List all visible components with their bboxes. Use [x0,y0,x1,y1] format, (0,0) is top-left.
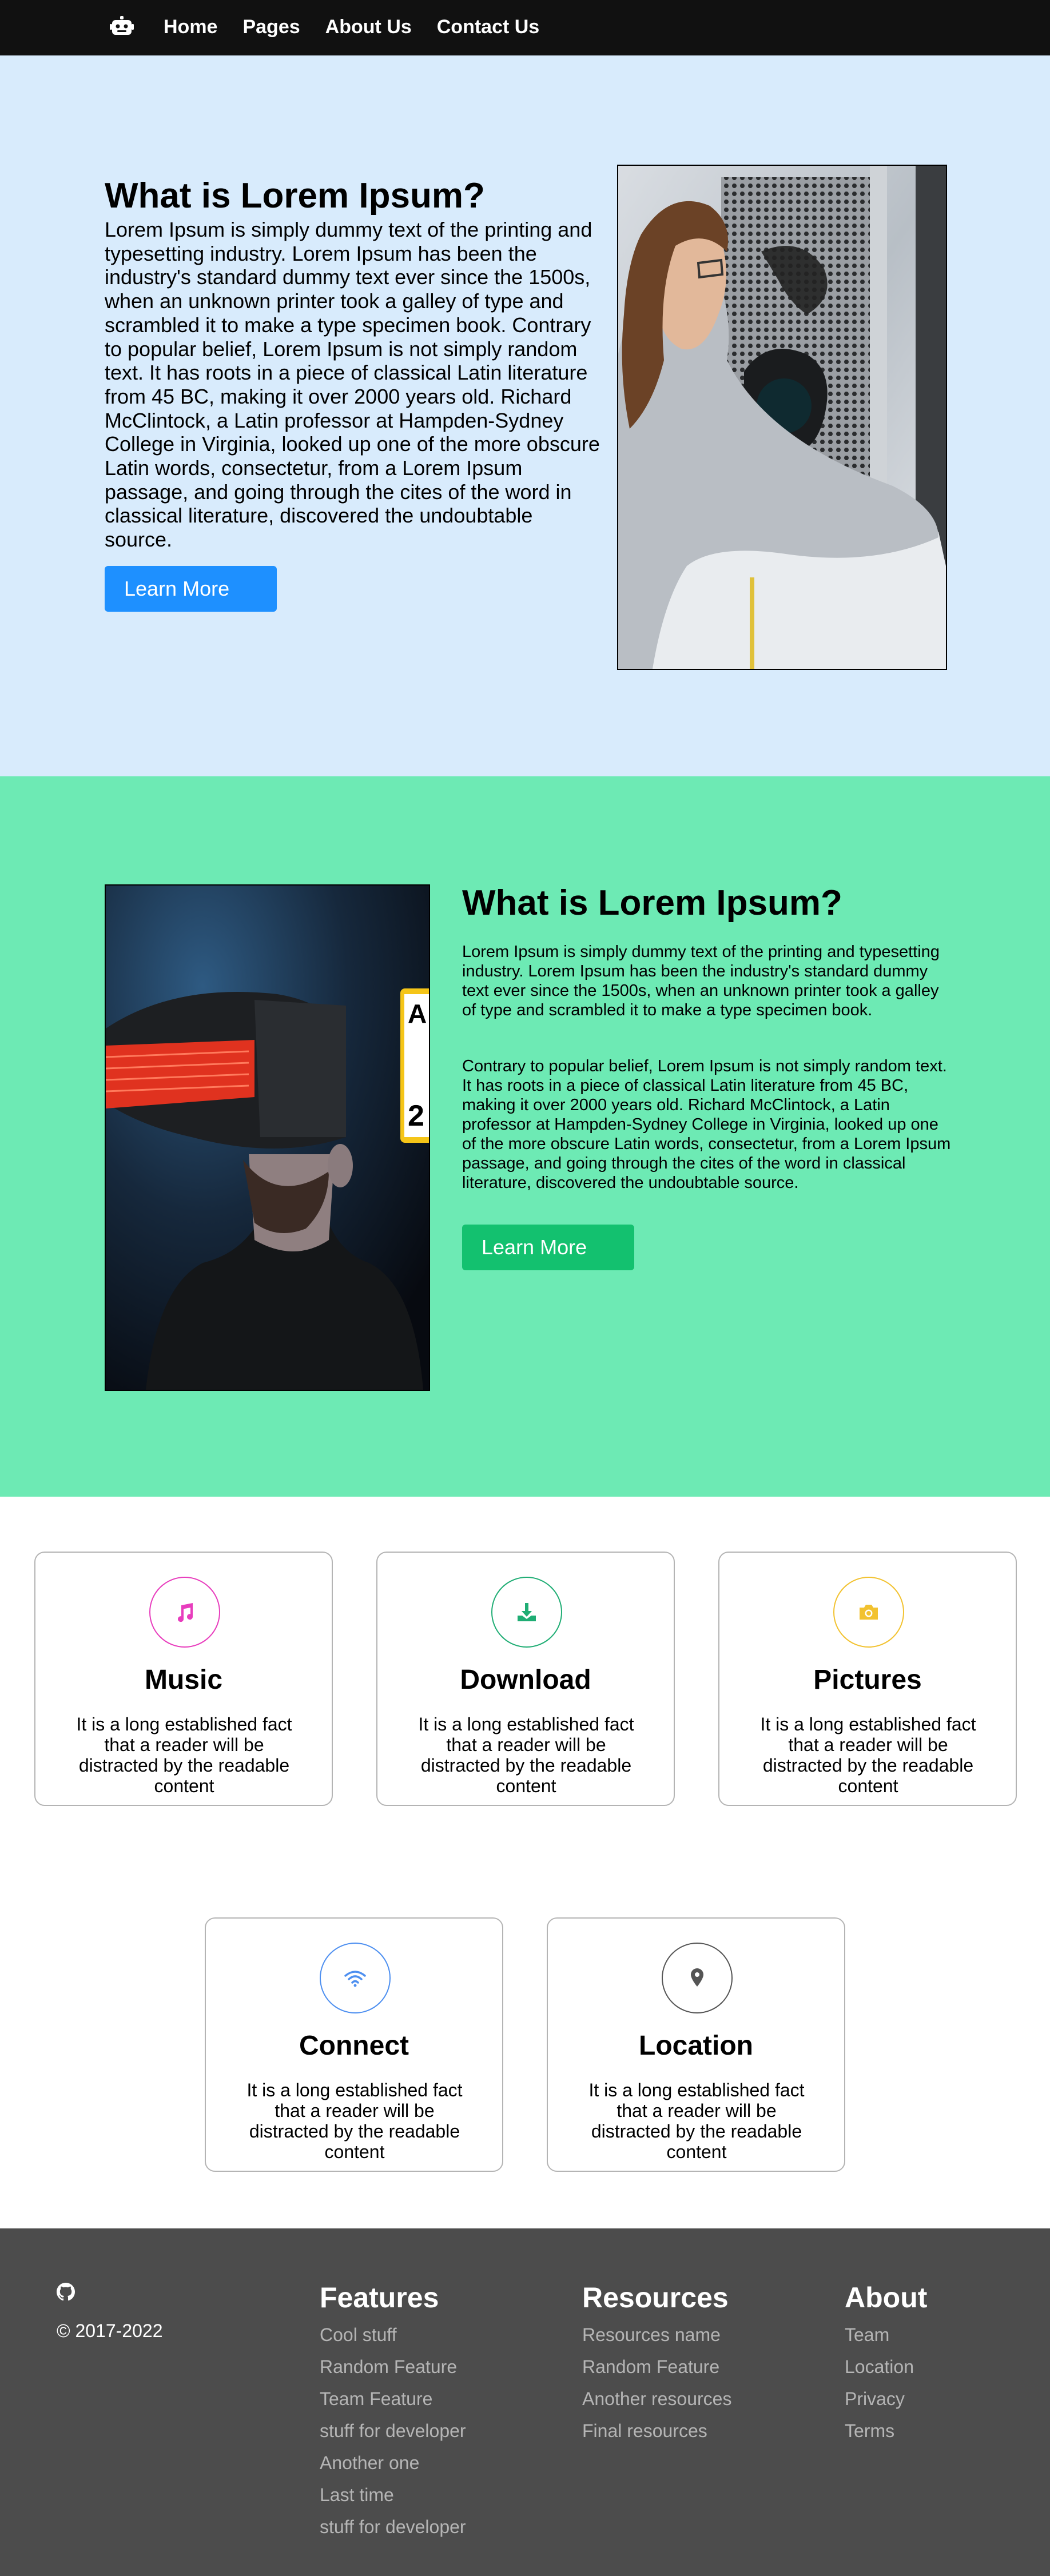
svg-text:A: A [408,999,427,1028]
feature-title: Music [144,1665,223,1695]
hero-1-learn-more-button[interactable]: Learn More [105,566,277,612]
camera-icon [860,1605,878,1620]
footer-link[interactable]: Final resources [582,2415,731,2447]
footer-column-about: About Team Location Privacy Terms [845,2281,927,2447]
nav-link-pages[interactable]: Pages [242,15,300,39]
feature-text: It is a long established fact that a rea… [588,2080,805,2162]
footer-link[interactable]: Random Feature [582,2351,731,2383]
feature-title: Pictures [813,1665,922,1695]
footer-link[interactable]: Location [845,2351,927,2383]
footer-link[interactable]: Resources name [582,2319,731,2351]
footer-link[interactable]: Another one [320,2447,466,2479]
feature-card-pictures: Pictures It is a long established fact t… [718,1552,1017,1806]
nav-link-contact-us[interactable]: Contact Us [437,15,539,39]
wifi-icon-circle [320,1943,391,2013]
footer-column-resources: Resources Resources name Random Feature … [582,2281,731,2447]
feature-title: Location [639,2031,753,2061]
hero-2-image: A 2 [105,884,430,1391]
hero-section-1: What is Lorem Ipsum? Lorem Ipsum is simp… [0,55,1050,776]
footer-link[interactable]: Team [845,2319,927,2351]
footer-link[interactable]: Random Feature [320,2351,466,2383]
camera-icon-circle [833,1577,904,1648]
nav-link-about-us[interactable]: About Us [325,15,412,39]
wifi-icon [344,1971,366,1987]
footer-link[interactable]: Another resources [582,2383,731,2415]
footer-link[interactable]: Privacy [845,2383,927,2415]
location-pin-icon [691,1968,703,1987]
footer-column-title: Resources [582,2282,729,2314]
download-icon-circle [491,1577,562,1648]
feature-title: Connect [299,2031,409,2061]
feature-card-location: Location It is a long established fact t… [547,1917,845,2172]
footer-link[interactable]: stuff for developer [320,2511,466,2543]
feature-text: It is a long established fact that a rea… [760,1714,976,1796]
hero-2-paragraph-2: Contrary to popular belief, Lorem Ipsum … [462,1057,951,1192]
hero-1-paragraph: Lorem Ipsum is simply dummy text of the … [105,218,600,552]
hero-section-2: A 2 What is Lorem Ipsum? Lorem Ipsum is … [0,776,1050,1497]
music-note-icon [178,1603,193,1622]
footer-link[interactable]: Terms [845,2415,927,2447]
download-icon [518,1603,536,1621]
footer-link[interactable]: stuff for developer [320,2415,466,2447]
hero-2-learn-more-button[interactable]: Learn More [462,1225,634,1270]
hero-2-title: What is Lorem Ipsum? [462,883,842,923]
location-icon-circle [662,1943,733,2013]
robot-icon[interactable] [110,16,134,38]
feature-text: It is a long established fact that a rea… [76,1714,292,1796]
feature-title: Download [460,1665,591,1695]
hero-1-image [617,165,947,670]
github-icon[interactable] [57,2283,75,2301]
feature-card-connect: Connect It is a long established fact th… [205,1917,503,2172]
footer-column-title: About [845,2282,928,2314]
svg-text:2: 2 [408,1099,424,1133]
hero-1-title: What is Lorem Ipsum? [105,176,485,216]
feature-card-download: Download It is a long established fact t… [376,1552,675,1806]
footer-link[interactable]: Last time [320,2479,466,2511]
footer-column-features: Features Cool stuff Random Feature Team … [320,2281,466,2543]
feature-text: It is a long established fact that a rea… [246,2080,463,2162]
footer: © 2017-2022 Features Cool stuff Random F… [0,2228,1050,2576]
footer-column-title: Features [320,2282,439,2314]
footer-link[interactable]: Cool stuff [320,2319,466,2351]
top-navbar: Home Pages About Us Contact Us [0,0,1050,55]
footer-copyright: © 2017-2022 [57,2320,163,2341]
feature-card-music: Music It is a long established fact that… [34,1552,333,1806]
music-icon-circle [149,1577,220,1648]
feature-text: It is a long established fact that a rea… [418,1714,634,1796]
footer-link[interactable]: Team Feature [320,2383,466,2415]
nav-link-home[interactable]: Home [164,15,217,39]
hero-2-paragraph-1: Lorem Ipsum is simply dummy text of the … [462,943,940,1019]
